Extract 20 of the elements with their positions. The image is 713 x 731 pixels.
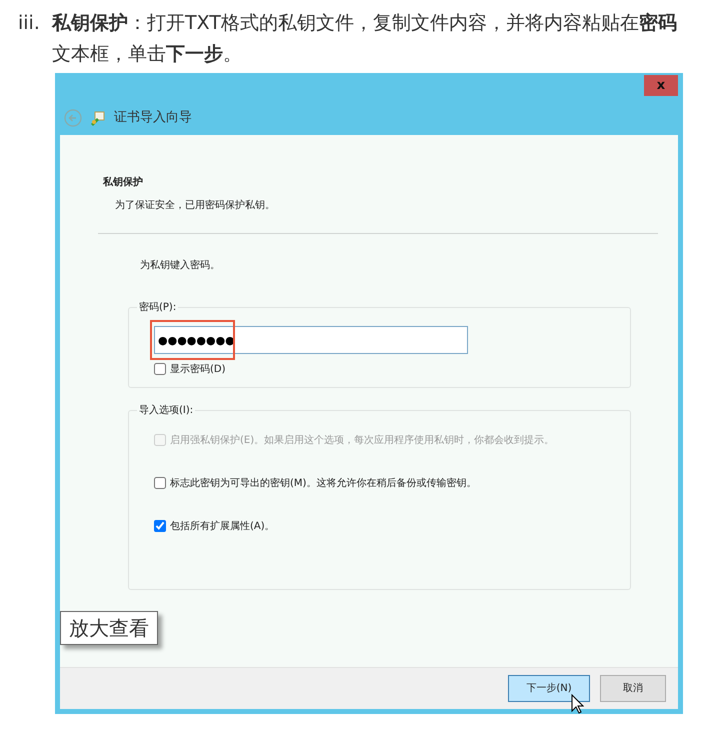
option-label: 标志此密钥为可导出的密钥(M)。这将允许你在稍后备份或传输密钥。 (170, 476, 476, 491)
checkbox-label: 显示密码(D) (170, 362, 226, 377)
cursor-icon (571, 694, 584, 714)
option-label: 启用强私钥保护(E)。如果启用这个选项，每次应用程序使用私钥时，你都会收到提示。 (170, 434, 554, 448)
close-button[interactable]: x (644, 75, 678, 96)
option-label: 包括所有扩展属性(A)。 (170, 520, 275, 534)
wizard-title: 证书导入向导 (114, 109, 192, 127)
dialog-button[interactable]: 下一步(N) (508, 675, 590, 702)
page-heading: 私钥保护 (103, 175, 144, 190)
list-marker: iii. (18, 11, 41, 36)
checkbox[interactable] (154, 477, 166, 489)
dialog-button[interactable]: 取消 (600, 675, 666, 702)
checkbox[interactable] (154, 520, 166, 532)
page-description: 为了保证安全，已用密码保护私钥。 (115, 198, 276, 213)
checkbox[interactable] (154, 363, 166, 375)
prompt-text: 为私钥键入密码。 (140, 258, 221, 273)
zoom-button[interactable]: 放大查看 (60, 611, 158, 645)
instruction-text: 私钥保护：打开TXT格式的私钥文件，复制文件内容，并将内容粘贴在密码文本框，单击下一步。 (52, 11, 678, 67)
password-field[interactable]: ●●●●●●●● (154, 326, 468, 354)
certificate-icon (90, 110, 106, 126)
